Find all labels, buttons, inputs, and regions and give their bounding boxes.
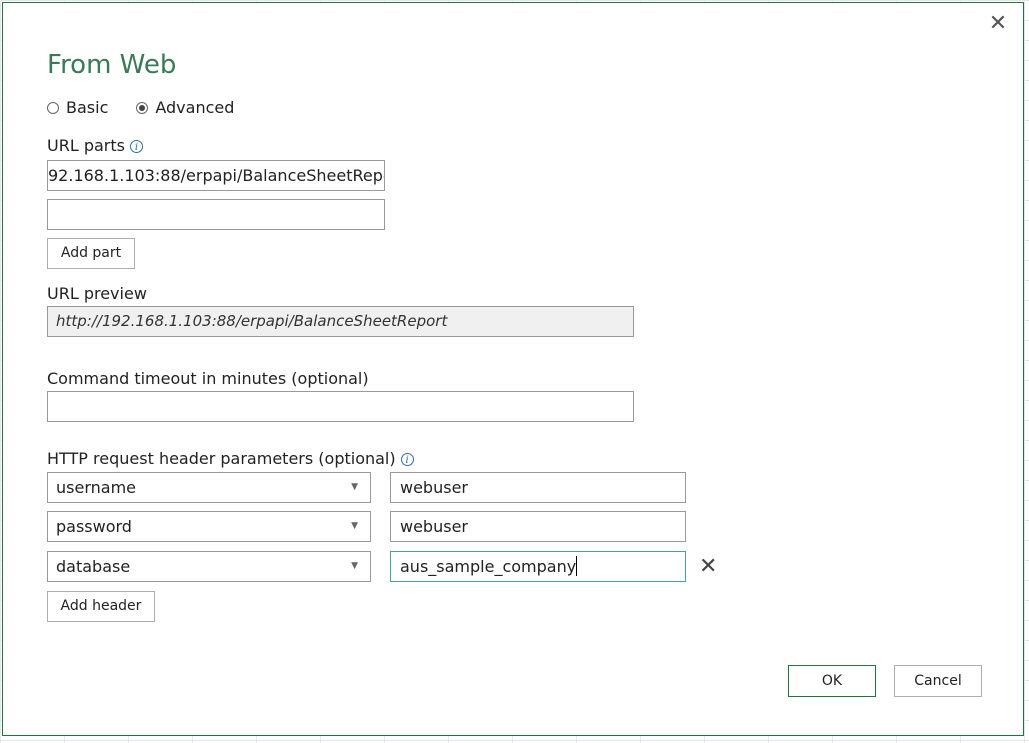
dropdown-arrow-icon: ▼ [351,482,358,492]
cancel-button[interactable]: Cancel [894,665,982,697]
timeout-label: Command timeout in minutes (optional) [47,369,369,388]
advanced-radio[interactable]: Advanced [136,98,234,117]
header-name-select[interactable]: username ▼ [47,472,371,503]
url-parts-label: URL parts [47,136,125,155]
header-value-input[interactable]: aus_sample_company [390,551,686,582]
remove-header-icon[interactable]: ✕ [699,556,717,578]
url-preview-label: URL preview [47,284,147,303]
url-part-2-input[interactable] [47,199,385,230]
dropdown-arrow-icon: ▼ [351,561,358,571]
basic-radio-label: Basic [66,98,109,117]
header-value-input[interactable]: webuser [390,472,686,503]
info-icon[interactable]: i [400,453,414,466]
header-name-select[interactable]: database ▼ [47,551,371,582]
add-part-button[interactable]: Add part [47,238,135,269]
header-value-text: aus_sample_company [400,557,577,576]
close-icon[interactable]: ✕ [987,13,1009,35]
basic-radio[interactable]: Basic [47,98,108,117]
timeout-input[interactable] [47,391,634,422]
basic-radio-circle[interactable] [47,101,59,114]
from-web-dialog: ✕ From Web Basic Advanced URL parts i 92.… [2,2,1024,736]
info-icon[interactable]: i [129,140,143,153]
header-name-value: username [56,478,136,497]
header-value-input[interactable]: webuser [390,511,686,542]
header-name-value: password [56,517,132,536]
dialog-title: From Web [47,50,177,80]
url-parts-heading: URL parts i [47,136,143,155]
headers-label: HTTP request header parameters (optional… [47,449,396,468]
ok-button[interactable]: OK [788,665,876,697]
text-cursor [576,556,578,576]
header-name-select[interactable]: password ▼ [47,511,371,542]
advanced-radio-circle[interactable] [136,101,149,114]
mode-radio-group: Basic Advanced [47,98,262,117]
headers-heading: HTTP request header parameters (optional… [47,449,414,468]
header-name-value: database [56,557,131,576]
advanced-radio-label: Advanced [155,98,235,117]
dropdown-arrow-icon: ▼ [351,521,358,531]
add-header-button[interactable]: Add header [47,591,155,622]
url-preview-field: http://192.168.1.103:88/erpapi/BalanceSh… [47,306,634,337]
url-part-1-input[interactable]: 92.168.1.103:88/erpapi/BalanceSheetRepor… [47,160,385,191]
